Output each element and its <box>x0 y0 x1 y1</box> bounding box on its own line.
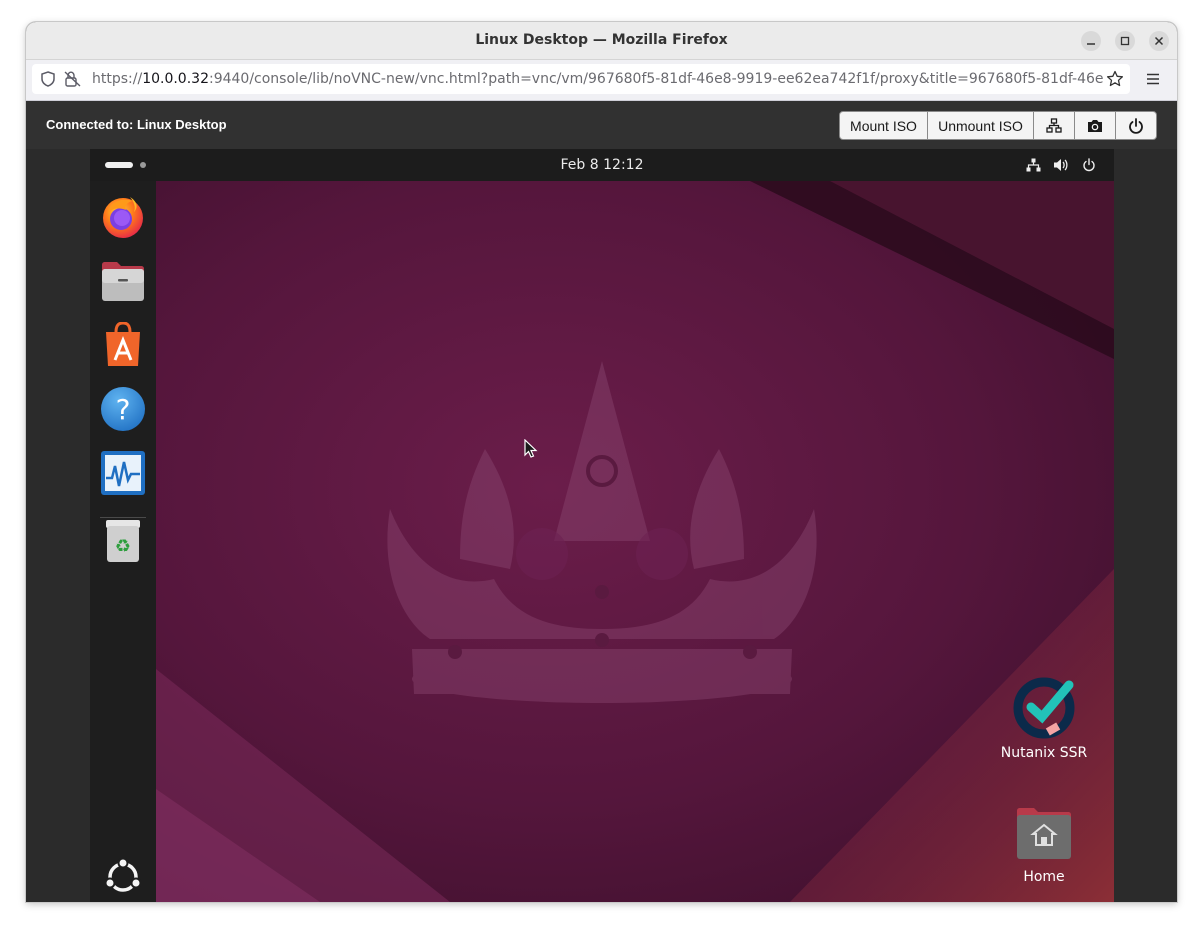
connection-status: Connected to: Linux Desktop <box>46 117 227 132</box>
send-keys-button[interactable] <box>1034 112 1075 139</box>
close-button[interactable] <box>1149 31 1169 51</box>
desktop-icon-label: Home <box>1023 869 1065 885</box>
minimize-icon <box>1087 43 1095 45</box>
dock-trash[interactable]: ♻ <box>99 517 147 565</box>
menu-hamburger-icon[interactable] <box>1144 70 1162 88</box>
minimize-button[interactable] <box>1081 31 1101 51</box>
clock-date: Feb 8 <box>560 157 599 173</box>
maximize-button[interactable] <box>1115 31 1135 51</box>
network-keys-icon <box>1046 117 1062 133</box>
url-path: :9440/console/lib/noVNC-new/vnc.html?pat… <box>208 71 1104 87</box>
dock-help[interactable]: ? <box>99 385 147 433</box>
vnc-button-group: Mount ISO Unmount ISO <box>839 111 1157 140</box>
navigation-toolbar: https://10.0.0.32:9440/console/lib/noVNC… <box>26 60 1177 101</box>
insecure-lock-icon[interactable] <box>64 71 82 87</box>
window-title: Linux Desktop — Mozilla Firefox <box>475 32 728 48</box>
app-center-icon <box>106 322 140 366</box>
gnome-top-bar: Feb 8 12:12 <box>90 149 1114 181</box>
home-folder-icon <box>1017 808 1071 859</box>
clock-time: 12:12 <box>603 157 644 173</box>
network-icon[interactable] <box>1025 157 1041 173</box>
power-icon <box>1129 117 1143 134</box>
mount-iso-button[interactable]: Mount ISO <box>840 112 928 139</box>
dock-show-apps[interactable] <box>99 855 147 899</box>
shield-icon[interactable] <box>40 71 56 87</box>
maximize-icon <box>1120 36 1130 46</box>
svg-text:?: ? <box>116 393 131 426</box>
url-scheme: https:// <box>92 71 143 87</box>
dock-files[interactable] <box>99 257 147 305</box>
desktop-icon-nutanix-ssr[interactable]: Nutanix SSR <box>999 675 1089 761</box>
window-titlebar[interactable]: Linux Desktop — Mozilla Firefox <box>26 22 1177 60</box>
ubuntu-dock: ? ♻ <box>90 181 156 902</box>
clock[interactable]: Feb 8 12:12 <box>90 157 1114 173</box>
remote-desktop-screen[interactable]: Feb 8 12:12 ? ♻ Nutanix SSR Home <box>90 149 1114 902</box>
files-folder-icon <box>102 262 144 301</box>
url-bar[interactable]: https://10.0.0.32:9440/console/lib/noVNC… <box>32 64 1130 94</box>
desktop-icon-home[interactable]: Home <box>999 805 1089 885</box>
ubuntu-logo-icon <box>104 858 142 892</box>
power-button[interactable] <box>1116 112 1156 139</box>
mouse-cursor-icon <box>524 439 538 458</box>
wallpaper <box>90 149 1114 902</box>
nutanix-ssr-icon <box>1013 677 1075 739</box>
system-power-icon[interactable] <box>1081 157 1097 173</box>
url-host: 10.0.0.32 <box>142 71 209 87</box>
screenshot-button[interactable] <box>1075 112 1116 139</box>
url-text[interactable]: https://10.0.0.32:9440/console/lib/noVNC… <box>92 71 1104 87</box>
dock-app-center[interactable] <box>99 321 147 369</box>
desktop-icon-label: Nutanix SSR <box>1000 745 1088 761</box>
volume-icon[interactable] <box>1053 157 1069 173</box>
vnc-viewport: Feb 8 12:12 ? ♻ Nutanix SSR Home <box>26 149 1177 902</box>
firefox-window: Linux Desktop — Mozilla Firefox https://… <box>26 22 1177 902</box>
unmount-iso-button[interactable]: Unmount ISO <box>928 112 1034 139</box>
close-icon <box>1154 36 1164 46</box>
trash-recycle-icon: ♻ <box>106 520 140 562</box>
dock-firefox[interactable] <box>99 193 147 241</box>
svg-text:♻: ♻ <box>115 536 131 557</box>
system-monitor-icon <box>101 451 145 495</box>
firefox-icon <box>103 197 143 238</box>
camera-icon <box>1088 119 1102 132</box>
dock-system-monitor[interactable] <box>99 449 147 497</box>
help-question-icon: ? <box>101 387 145 431</box>
vnc-control-bar: Connected to: Linux Desktop Mount ISO Un… <box>26 101 1177 149</box>
bookmark-star-icon[interactable] <box>1106 70 1124 88</box>
